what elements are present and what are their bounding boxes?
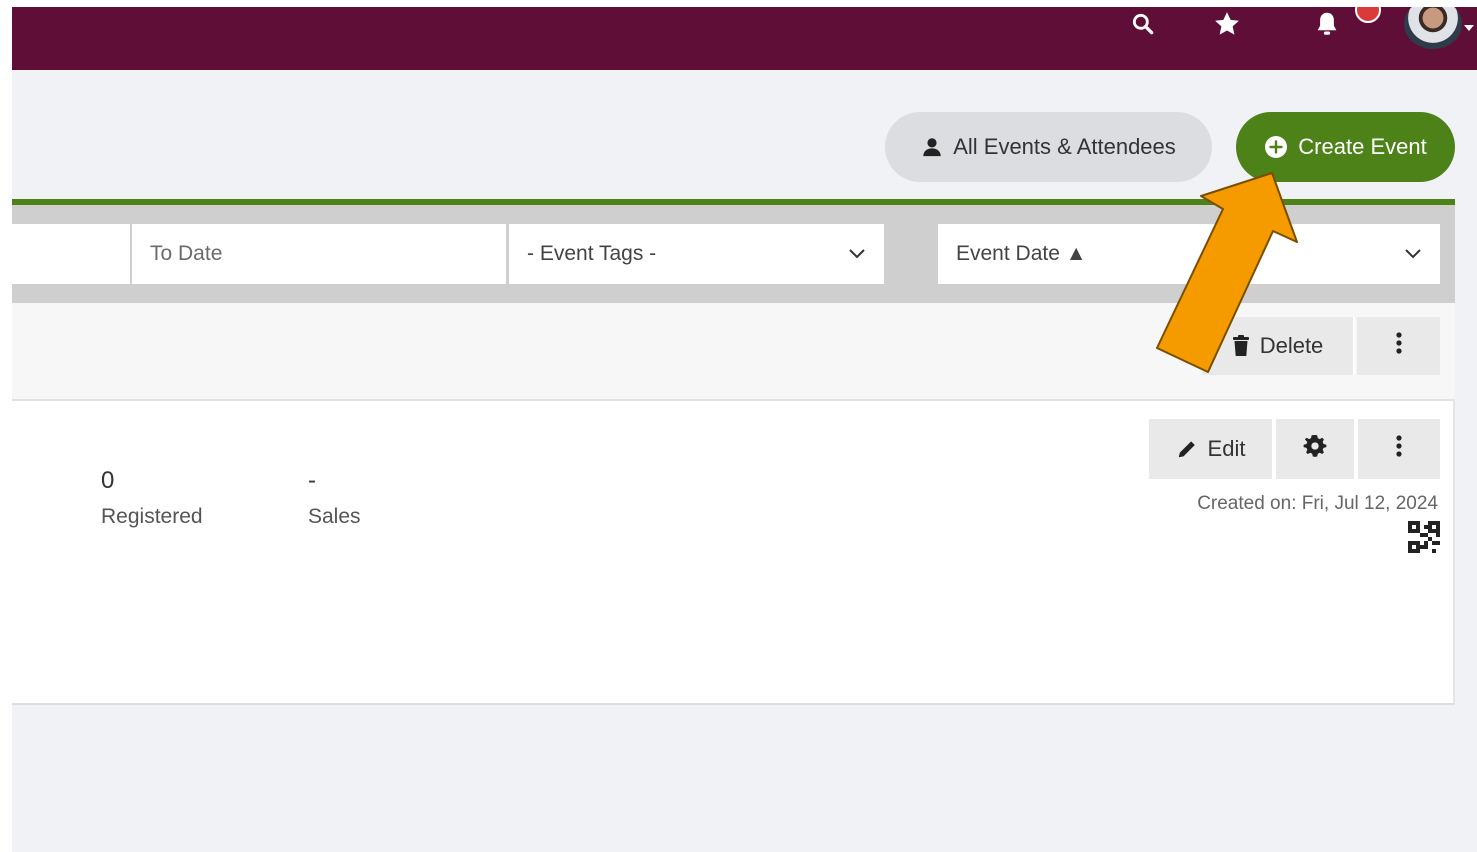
edit-label: Edit — [1207, 436, 1246, 461]
registered-stat: 0 Registered — [101, 467, 203, 529]
chevron-down-icon — [848, 242, 866, 266]
plus-circle-icon — [1264, 135, 1288, 159]
qr-code-icon[interactable] — [1408, 521, 1440, 553]
delete-button[interactable]: Delete — [1202, 317, 1355, 375]
chevron-down-icon[interactable] — [1464, 19, 1474, 37]
avatar[interactable] — [1404, 7, 1462, 49]
edit-button[interactable]: Edit — [1149, 419, 1274, 479]
settings-button[interactable] — [1276, 419, 1356, 479]
registered-count: 0 — [101, 467, 115, 494]
app-window: All Events & Attendees Create Event To D… — [12, 7, 1477, 852]
sort-value: Event Date ▲ — [956, 242, 1087, 265]
to-date-placeholder: To Date — [150, 242, 223, 265]
sales-label: Sales — [308, 505, 361, 528]
sort-select[interactable]: Event Date ▲ — [938, 224, 1440, 284]
chevron-down-icon — [1404, 242, 1422, 266]
create-event-label: Create Event — [1298, 134, 1427, 159]
filter-bar: To Date - Event Tags - Event Date ▲ — [12, 199, 1455, 303]
gear-icon — [1302, 433, 1328, 465]
created-on-text: Created on: Fri, Jul 12, 2024 — [1197, 493, 1438, 514]
bulk-more-options-button[interactable] — [1357, 317, 1440, 375]
more-vertical-icon — [1395, 332, 1402, 360]
top-navbar — [12, 7, 1477, 70]
all-events-attendees-label: All Events & Attendees — [953, 134, 1176, 159]
registered-label: Registered — [101, 505, 203, 528]
sales-stat: - Sales — [308, 467, 361, 529]
create-event-button[interactable]: Create Event — [1236, 112, 1455, 182]
user-icon — [921, 136, 943, 158]
event-more-options-button[interactable] — [1358, 419, 1440, 479]
bell-icon[interactable] — [1312, 9, 1342, 39]
bulk-actions-bar: Delete — [12, 303, 1455, 401]
delete-label: Delete — [1259, 333, 1324, 358]
event-tags-select[interactable]: - Event Tags - — [509, 224, 884, 284]
pencil-icon — [1176, 438, 1198, 460]
all-events-attendees-button[interactable]: All Events & Attendees — [885, 112, 1212, 182]
from-date-input[interactable] — [12, 224, 130, 284]
sales-value: - — [308, 467, 316, 494]
notification-badge[interactable] — [1355, 7, 1381, 23]
event-tags-value: - Event Tags - — [527, 242, 657, 265]
to-date-input[interactable]: To Date — [132, 224, 506, 284]
search-icon[interactable] — [1128, 9, 1158, 39]
event-card: 0 Registered - Sales Edit Created on: Fr… — [12, 401, 1455, 705]
trash-icon — [1232, 335, 1250, 357]
star-icon[interactable] — [1212, 9, 1242, 39]
more-vertical-icon — [1396, 435, 1402, 463]
